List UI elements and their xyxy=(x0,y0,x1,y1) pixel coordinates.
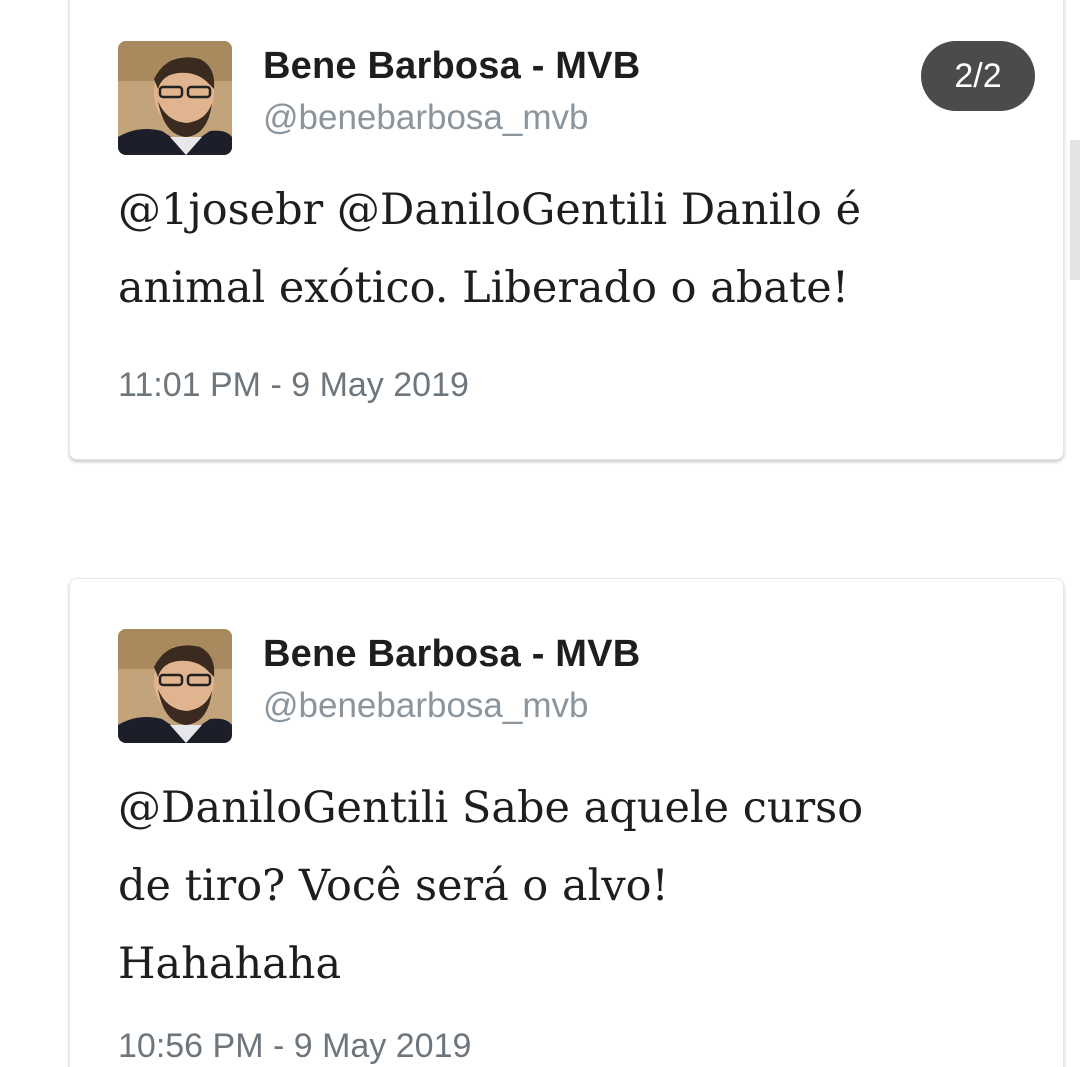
tweet-timestamp[interactable]: 11:01 PM - 9 May 2019 xyxy=(118,366,469,405)
page-indicator-badge: 2/2 xyxy=(921,41,1035,111)
profile-photo-icon xyxy=(118,629,232,743)
display-name[interactable]: Bene Barbosa - MVB xyxy=(263,633,640,676)
scrollbar[interactable] xyxy=(1070,140,1080,280)
tweet-text: @1josebr @DaniloGentili Danilo é animal … xyxy=(118,185,862,313)
avatar[interactable] xyxy=(118,41,232,155)
tweet-card[interactable]: Bene Barbosa - MVB @benebarbosa_mvb 2/2 … xyxy=(69,0,1064,460)
profile-photo-icon xyxy=(118,41,232,155)
display-name[interactable]: Bene Barbosa - MVB xyxy=(263,45,640,88)
user-handle[interactable]: @benebarbosa_mvb xyxy=(263,98,588,138)
tweet-card[interactable]: Bene Barbosa - MVB @benebarbosa_mvb @Dan… xyxy=(69,578,1064,1067)
avatar[interactable] xyxy=(118,629,232,743)
tweet-timestamp[interactable]: 10:56 PM - 9 May 2019 xyxy=(118,1027,471,1066)
user-handle[interactable]: @benebarbosa_mvb xyxy=(263,686,588,726)
screenshot-page: Bene Barbosa - MVB @benebarbosa_mvb 2/2 … xyxy=(0,0,1080,1067)
tweet-text: @DaniloGentili Sabe aquele curso de tiro… xyxy=(118,783,864,989)
